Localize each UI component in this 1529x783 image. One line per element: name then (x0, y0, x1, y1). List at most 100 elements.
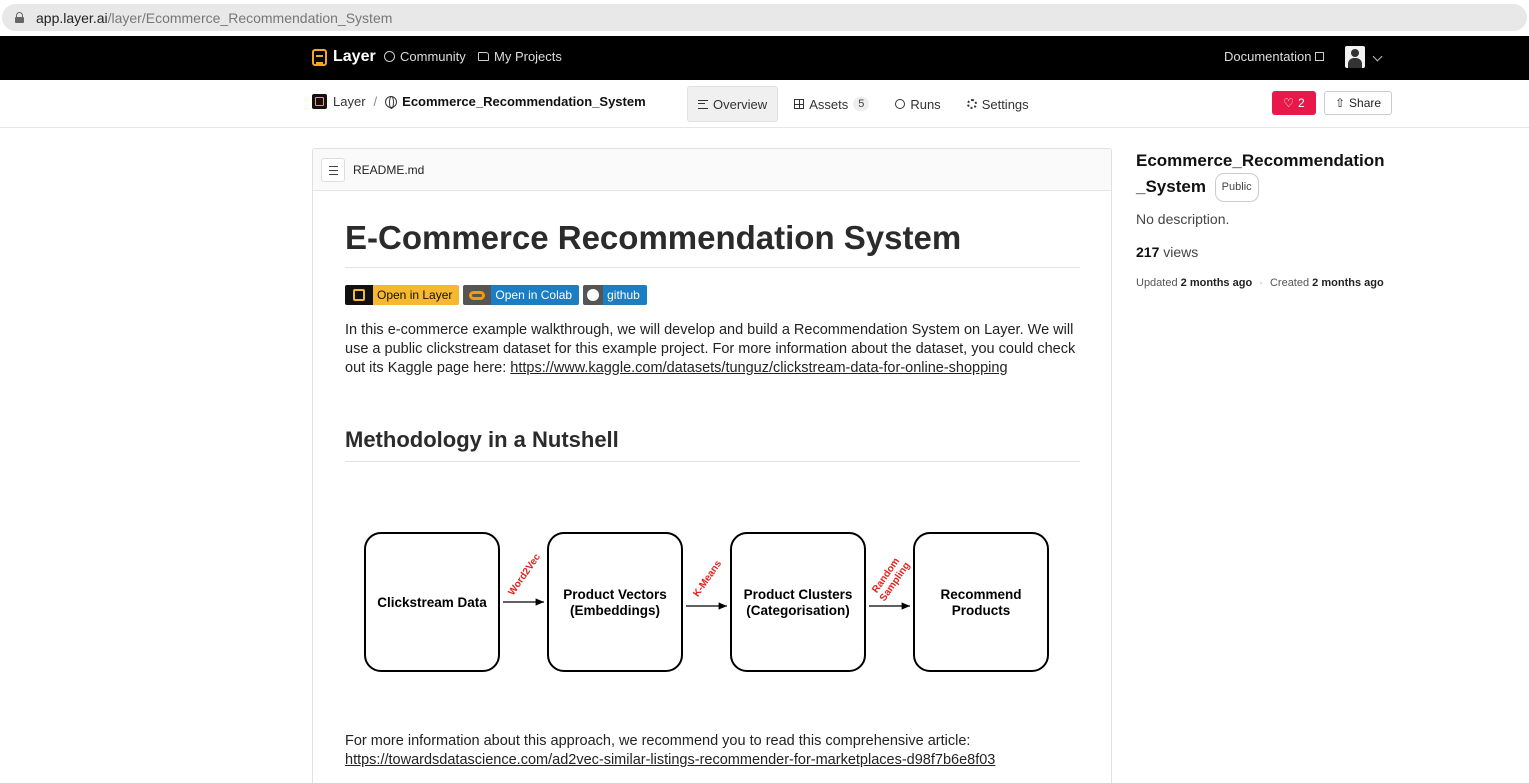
breadcrumb: Layer / Ecommerce_Recommendation_System (312, 94, 646, 109)
open-in-layer-badge[interactable]: Open in Layer (345, 285, 460, 305)
diagram-box-label: Clickstream Data (377, 595, 487, 610)
project-description: No description. (1136, 211, 1230, 227)
url-text[interactable]: app.layer.ai/layer/Ecommerce_Recommendat… (36, 10, 392, 26)
breadcrumb-project[interactable]: Ecommerce_Recommendation_System (402, 94, 646, 109)
views-count: 217 (1136, 244, 1160, 260)
updated-value: 2 months ago (1180, 277, 1253, 289)
tab-overview[interactable]: Overview (687, 86, 779, 122)
views-stat: 217 views (1136, 244, 1406, 260)
github-badge[interactable]: github (583, 285, 647, 305)
project-tabs: Overview Assets 5 Runs Settings (687, 86, 1045, 122)
open-in-layer-label: Open in Layer (373, 285, 460, 305)
layer-logo-icon (312, 48, 327, 66)
layer-logo[interactable]: Layer (312, 48, 376, 66)
overview-icon (698, 99, 708, 109)
diagram-box (730, 532, 866, 672)
readme-title: E-Commerce Recommendation System (345, 219, 962, 256)
badges-row: Open in Layer Open in Colab github (345, 285, 647, 305)
diagram-arrow-label-group: Word2Vec (506, 552, 543, 598)
layer-badge-icon (345, 285, 373, 305)
assets-count-badge: 5 (853, 97, 870, 111)
views-label: views (1163, 244, 1199, 260)
readme-filename: README.md (353, 162, 425, 177)
folder-icon (478, 52, 489, 61)
project-title-line2: _System (1136, 177, 1206, 196)
share-button[interactable]: ⇧ Share (1324, 91, 1392, 115)
methodology-heading: Methodology in a Nutshell (345, 427, 619, 452)
like-button[interactable]: ♡ 2 (1272, 91, 1316, 115)
updated-label: Updated (1136, 277, 1178, 289)
table-of-contents-button[interactable] (321, 157, 345, 182)
diagram-box-label: (Embeddings) (570, 603, 660, 618)
gear-icon (966, 99, 977, 109)
lock-icon (15, 12, 24, 23)
tab-overview-label: Overview (713, 96, 768, 112)
diagram-box-label: Product Vectors (563, 587, 667, 602)
diagram-arrow-label: K-Means (691, 558, 724, 599)
layer-org-icon (312, 94, 327, 109)
diagram-box-label: Products (952, 603, 1011, 618)
nav-community-label: Community (400, 49, 466, 64)
diagram-box (547, 532, 683, 672)
project-title: Ecommerce_Recommendation _System Public (1136, 148, 1406, 202)
diagram-arrow-label: Word2Vec (506, 552, 543, 598)
open-in-colab-badge[interactable]: Open in Colab (463, 285, 580, 305)
documentation-link[interactable]: Documentation (1224, 49, 1325, 64)
upload-icon: ⇧ (1334, 96, 1346, 110)
colab-icon (463, 285, 492, 305)
project-title-line1: Ecommerce_Recommendation (1136, 151, 1385, 170)
visibility-badge: Public (1214, 173, 1259, 202)
created-value: 2 months ago (1312, 277, 1384, 289)
article-link[interactable]: https://towardsdatascience.com/ad2vec-si… (345, 752, 995, 768)
project-dates: Updated 2 months ago · Created 2 months … (1136, 277, 1406, 289)
table-icon (794, 99, 805, 109)
created-label: Created (1269, 277, 1310, 289)
user-avatar[interactable] (1345, 46, 1365, 68)
diagram-box-label: Recommend (940, 587, 1021, 602)
browser-url-bar: app.layer.ai/layer/Ecommerce_Recommendat… (0, 0, 1529, 36)
tab-assets-label: Assets (809, 96, 849, 112)
documentation-label: Documentation (1224, 49, 1312, 64)
project-info-panel: Ecommerce_Recommendation _System Public … (1136, 148, 1406, 289)
readme-header: README.md (313, 149, 1111, 191)
diagram-box-label: (Categorisation) (746, 603, 850, 618)
tab-settings-label: Settings (981, 96, 1029, 112)
tab-runs[interactable]: Runs (885, 86, 950, 122)
like-count: 2 (1298, 96, 1305, 110)
diagram-arrow-label-group: K-Means (691, 558, 724, 599)
compass-icon (384, 51, 395, 62)
chevron-down-icon[interactable] (1372, 51, 1383, 62)
methodology-diagram: Clickstream Data Product Vectors(Embeddin… (364, 532, 1049, 672)
tab-runs-label: Runs (910, 96, 941, 112)
address-field[interactable]: app.layer.ai/layer/Ecommerce_Recommendat… (2, 4, 1527, 31)
clock-icon (895, 99, 906, 109)
external-link-icon (1315, 52, 1325, 61)
nav-my-projects-label: My Projects (494, 49, 562, 64)
outro-text: For more information about this approach… (345, 733, 971, 749)
nav-community[interactable]: Community (384, 49, 466, 64)
list-icon (329, 165, 338, 167)
breadcrumb-separator: / (373, 94, 378, 109)
meta-separator: · (1259, 277, 1263, 289)
github-icon (583, 285, 604, 305)
open-in-colab-label: Open in Colab (491, 285, 580, 305)
heart-icon: ♡ (1283, 96, 1295, 110)
outro-paragraph: For more information about this approach… (345, 732, 1080, 770)
url-path: /layer/Ecommerce_Recommendation_System (107, 10, 393, 26)
kaggle-link[interactable]: https://www.kaggle.com/datasets/tunguz/c… (510, 360, 1007, 376)
breadcrumb-root[interactable]: Layer (333, 94, 366, 109)
section-divider (345, 461, 1080, 462)
title-divider (345, 267, 1080, 268)
project-subnav: Layer / Ecommerce_Recommendation_System … (0, 80, 1529, 128)
globe-icon (385, 95, 398, 109)
github-label: github (603, 285, 647, 305)
top-navigation: Layer Community My Projects Documentatio… (0, 36, 1529, 80)
tab-settings[interactable]: Settings (957, 86, 1039, 122)
diagram-arrow-label-group: RandomSampling (870, 556, 912, 604)
nav-my-projects[interactable]: My Projects (478, 49, 562, 64)
diagram-box-label: Product Clusters (744, 587, 853, 602)
brand-name: Layer (333, 48, 376, 65)
readme-card: README.md E-Commerce Recommendation Syst… (312, 148, 1112, 783)
diagram-box (913, 532, 1049, 672)
tab-assets[interactable]: Assets 5 (784, 86, 879, 122)
